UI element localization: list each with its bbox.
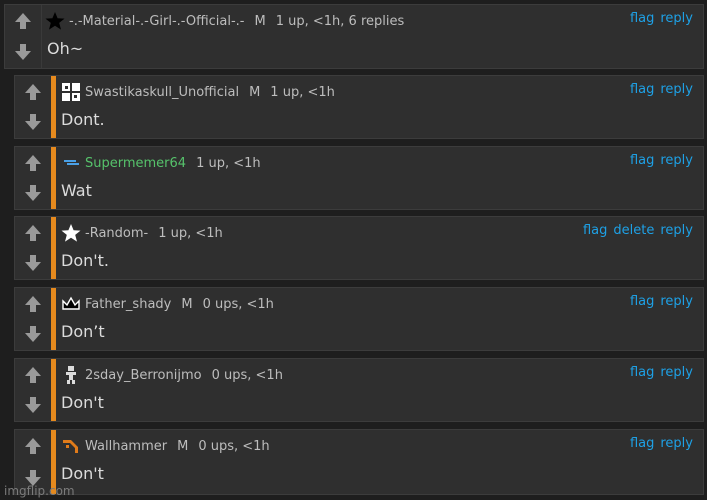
comment-header: 2sday_Berronijmo 0 ups, <1h (61, 365, 693, 385)
reply-link[interactable]: reply (660, 11, 693, 26)
comment-body: Don't. (61, 251, 110, 270)
delete-link[interactable]: delete (613, 223, 654, 238)
comment-reply: Supermemer64 1 up, <1h flag reply Wat (14, 146, 704, 210)
upvote-arrow-icon[interactable] (22, 222, 44, 244)
username[interactable]: Swastikaskull_Unofficial (85, 85, 239, 100)
comment-header: Swastikaskull_Unofficial M 1 up, <1h (61, 82, 693, 102)
username[interactable]: Wallhammer (85, 439, 167, 454)
reply-link[interactable]: reply (660, 294, 693, 309)
flag-link[interactable]: flag (630, 294, 654, 309)
username[interactable]: Father_shady (85, 297, 171, 312)
comment-meta: 1 up, <1h (158, 225, 223, 241)
upvote-arrow-icon[interactable] (22, 364, 44, 386)
comment-header: Wallhammer M 0 ups, <1h (61, 436, 693, 456)
comment-actions: flag reply (630, 365, 693, 380)
comment-body: Don’t (61, 322, 105, 341)
vote-column (5, 5, 42, 68)
vote-column (15, 76, 52, 138)
comment-header: Father_shady M 0 ups, <1h (61, 294, 693, 314)
flag-link[interactable]: flag (630, 82, 654, 97)
flag-link[interactable]: flag (630, 436, 654, 451)
comment-body: Don't (61, 393, 104, 412)
reply-link[interactable]: reply (660, 223, 693, 238)
comment-body: Dont. (61, 110, 105, 129)
flag-link[interactable]: flag (583, 223, 607, 238)
mobile-badge: M (177, 438, 189, 454)
comment-actions: flag reply (630, 153, 693, 168)
comment-reply: Father_shady M 0 ups, <1h flag reply Don… (14, 287, 704, 351)
downvote-arrow-icon[interactable] (22, 252, 44, 274)
vote-column (15, 217, 52, 279)
flag-link[interactable]: flag (630, 153, 654, 168)
mobile-badge: M (181, 296, 193, 312)
upvote-arrow-icon[interactable] (22, 293, 44, 315)
comment-actions: flag reply (630, 294, 693, 309)
comment-actions: flag reply (630, 11, 693, 26)
comment-reply: 2sday_Berronijmo 0 ups, <1h flag reply D… (14, 358, 704, 422)
username[interactable]: -.-Material-.-Girl-.-Official-.- (69, 14, 245, 29)
reply-accent-bar (51, 147, 56, 209)
flag-link[interactable]: flag (630, 11, 654, 26)
cross-grid-icon[interactable] (61, 82, 81, 102)
mobile-badge: M (254, 13, 266, 29)
comment-meta: 1 up, <1h, 6 replies (275, 13, 405, 29)
comment-meta: 0 ups, <1h (211, 367, 283, 383)
downvote-arrow-icon[interactable] (12, 41, 34, 63)
comment-parent: -.-Material-.-Girl-.-Official-.- M 1 up,… (4, 4, 704, 69)
upvote-arrow-icon[interactable] (22, 435, 44, 457)
black-star-icon[interactable] (45, 11, 65, 31)
reply-accent-bar (51, 288, 56, 350)
username[interactable]: 2sday_Berronijmo (85, 368, 202, 383)
comment-body: Oh~ (47, 39, 84, 58)
crown-icon[interactable] (61, 294, 81, 314)
downvote-arrow-icon[interactable] (22, 111, 44, 133)
username[interactable]: -Random- (85, 226, 148, 241)
comment-meta: 0 ups, <1h (198, 438, 270, 454)
downvote-arrow-icon[interactable] (22, 394, 44, 416)
username[interactable]: Supermemer64 (85, 156, 186, 171)
flag-link[interactable]: flag (630, 365, 654, 380)
downvote-arrow-icon[interactable] (22, 182, 44, 204)
vote-column (15, 359, 52, 421)
upvote-arrow-icon[interactable] (22, 81, 44, 103)
comment-meta: 0 ups, <1h (202, 296, 274, 312)
comment-header: -.-Material-.-Girl-.-Official-.- M 1 up,… (45, 11, 693, 31)
downvote-arrow-icon[interactable] (22, 323, 44, 345)
figure-icon[interactable] (61, 365, 81, 385)
upvote-arrow-icon[interactable] (22, 152, 44, 174)
mobile-badge: M (249, 84, 261, 100)
comment-body: Don't (61, 464, 104, 483)
dash-icon[interactable] (61, 153, 81, 173)
vote-column (15, 288, 52, 350)
comment-actions: flag reply (630, 82, 693, 97)
reply-link[interactable]: reply (660, 153, 693, 168)
reply-accent-bar (51, 359, 56, 421)
vote-column (15, 147, 52, 209)
white-star-icon[interactable] (61, 223, 81, 243)
comment-meta: 1 up, <1h (270, 84, 335, 100)
upvote-arrow-icon[interactable] (12, 10, 34, 32)
comment-actions: flag reply (630, 436, 693, 451)
comment-reply: Swastikaskull_Unofficial M 1 up, <1h fla… (14, 75, 704, 139)
comment-meta: 1 up, <1h (196, 155, 261, 171)
reply-accent-bar (51, 217, 56, 279)
comment-reply: -Random- 1 up, <1h flag delete reply Don… (14, 216, 704, 280)
pickaxe-icon[interactable] (61, 436, 81, 456)
comment-actions: flag delete reply (583, 223, 693, 238)
reply-link[interactable]: reply (660, 82, 693, 97)
comment-header: Supermemer64 1 up, <1h (61, 153, 693, 173)
reply-link[interactable]: reply (660, 436, 693, 451)
imgflip-watermark: imgflip.com (4, 484, 75, 498)
reply-accent-bar (51, 76, 56, 138)
reply-link[interactable]: reply (660, 365, 693, 380)
comment-body: Wat (61, 181, 92, 200)
comment-reply: Wallhammer M 0 ups, <1h flag reply Don't (14, 429, 704, 495)
